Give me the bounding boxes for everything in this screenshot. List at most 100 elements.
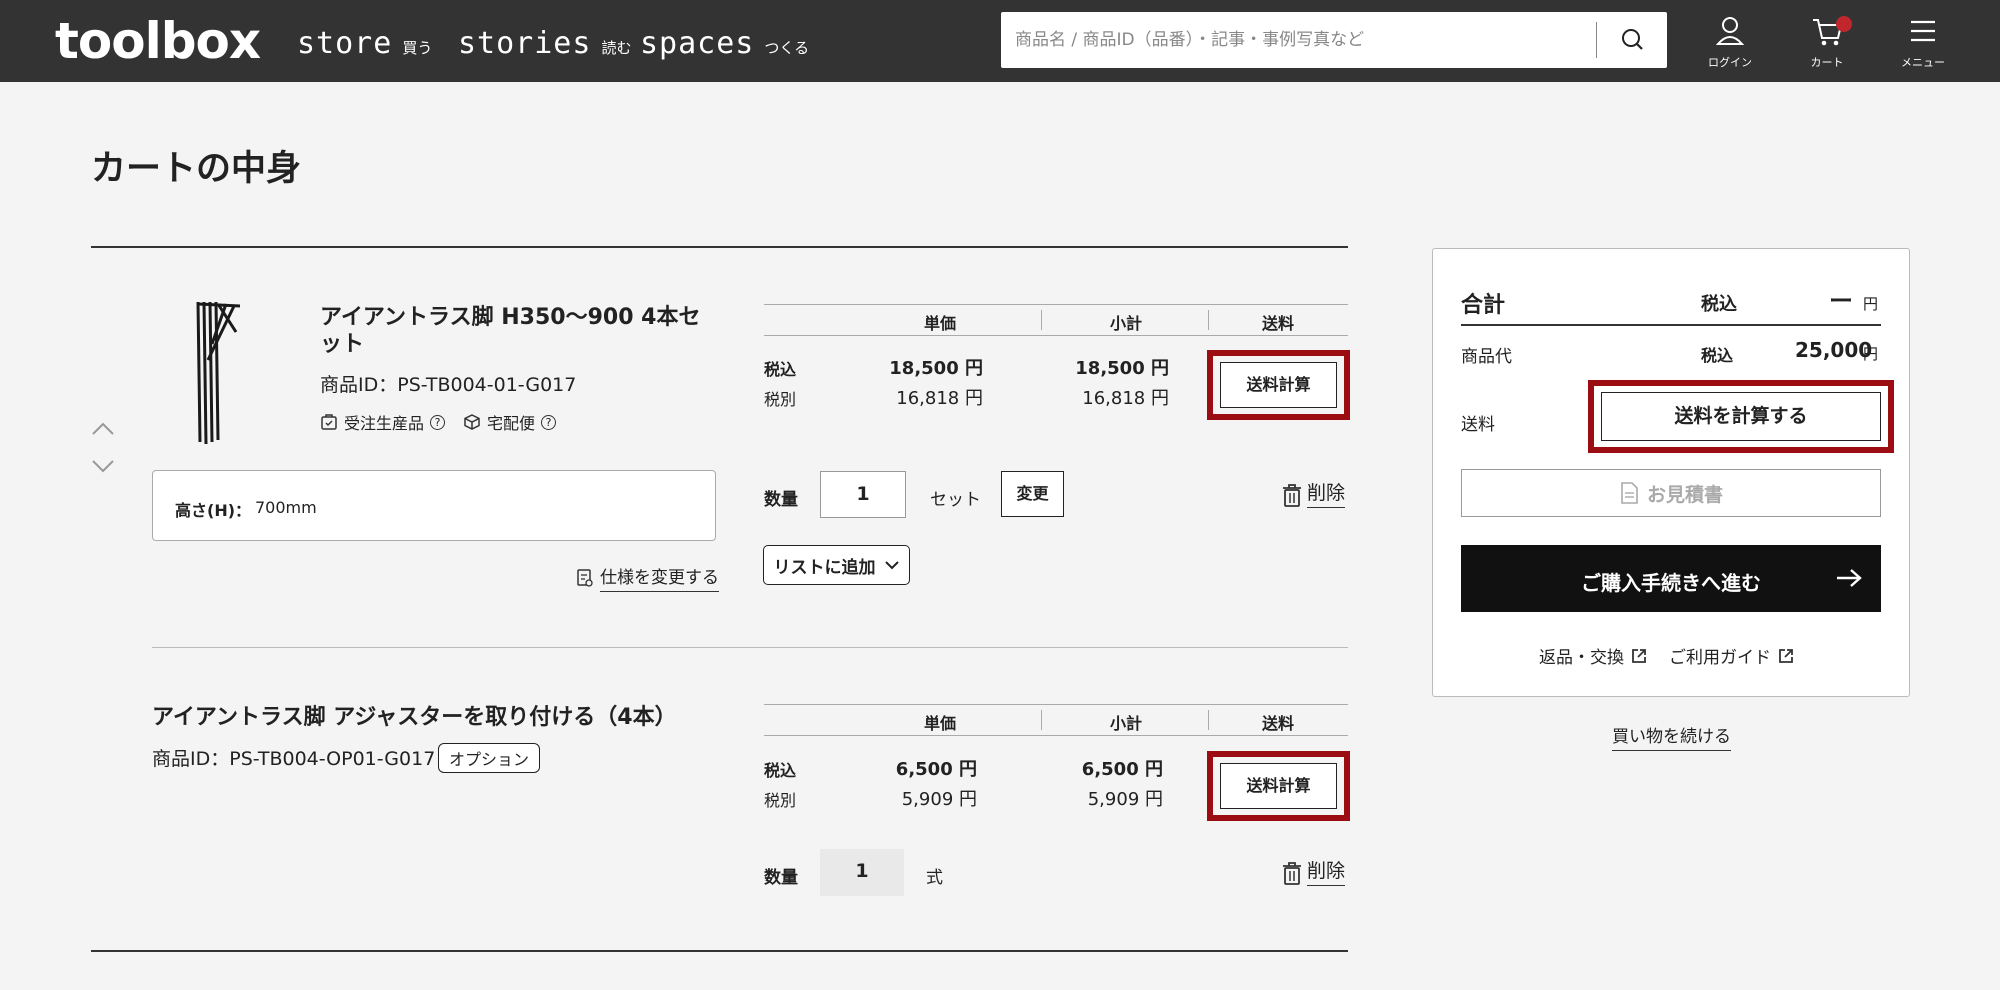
calculate-shipping-button[interactable]: 送料を計算する [1601, 392, 1881, 441]
external-link-icon [1779, 648, 1793, 663]
cart-top-divider [91, 246, 1348, 248]
quantity-unit: 式 [926, 868, 943, 888]
document-icon [1621, 482, 1638, 504]
delete-label: 削除 [1307, 478, 1346, 508]
checkout-button[interactable]: ご購入手続きへ進む [1461, 545, 1881, 612]
product-id: 商品ID：PS-TB004-01-G017 [320, 374, 577, 396]
menu-button[interactable]: メニュー [1888, 12, 1958, 72]
made-to-order-badge: 受注生産品 [344, 414, 425, 433]
package-icon [464, 414, 480, 430]
total-tax-label: 税込 [1701, 294, 1737, 315]
subtotal-header: 小計 [1109, 714, 1142, 733]
nav-store-ja: 買う [402, 39, 433, 57]
price-table-top-rule [764, 304, 1348, 305]
checkout-label: ご購入手続きへ進む [1581, 571, 1761, 595]
made-to-order-icon [321, 414, 337, 430]
header-separator [1041, 710, 1042, 730]
total-label: 合計 [1461, 293, 1506, 318]
nav-store-en: store [297, 26, 393, 61]
change-spec-link[interactable]: 仕様を変更する [576, 563, 719, 592]
edit-spec-icon [577, 568, 593, 587]
returns-link[interactable]: 返品・交換 [1539, 643, 1648, 668]
scroll-up-icon[interactable] [90, 420, 116, 438]
header-separator [1208, 310, 1209, 330]
quote-label: お見積書 [1646, 483, 1723, 506]
tax-in-label: 税込 [764, 360, 797, 379]
nav-store[interactable]: store 買う [297, 26, 432, 61]
unit-price-tax-ex: 5,909 円 [901, 789, 977, 810]
search-button[interactable] [1611, 22, 1655, 58]
shipping-header: 送料 [1261, 314, 1294, 333]
change-quantity-button[interactable]: 変更 [1001, 471, 1064, 517]
unit-price-tax-in: 18,500 円 [889, 358, 983, 379]
guide-link[interactable]: ご利用ガイド [1669, 643, 1795, 668]
unit-price-tax-ex: 16,818 円 [896, 388, 983, 409]
help-icon[interactable]: ? [430, 414, 446, 430]
header-separator [1208, 710, 1209, 730]
subtotal-header: 小計 [1109, 314, 1142, 333]
shipping-label: 送料 [1461, 415, 1495, 435]
add-to-list-label: リストに追加 [773, 557, 876, 578]
nav-spaces-en: spaces [640, 26, 755, 61]
continue-shopping-link[interactable]: 買い物を続ける [1612, 722, 1731, 751]
subtotal-tax-in: 6,500 円 [1081, 759, 1163, 780]
help-icon[interactable]: ? [541, 414, 557, 430]
search-divider [1596, 22, 1597, 58]
search-input[interactable] [1015, 22, 1585, 58]
delete-button[interactable]: 削除 [1281, 856, 1346, 886]
product-id: 商品ID：PS-TB004-OP01-G017 [152, 748, 436, 770]
yen-unit: 円 [1863, 295, 1879, 313]
nav-spaces[interactable]: spaces つくる [640, 26, 809, 61]
tax-in-label: 税込 [764, 761, 797, 780]
product-badges: 受注生産品 ? 宅配便 ? [320, 410, 557, 434]
delivery-badge: 宅配便 [487, 414, 536, 433]
user-icon [1715, 17, 1745, 45]
price-table-top-rule [764, 704, 1348, 705]
quote-button[interactable]: お見積書 [1461, 469, 1881, 517]
shipping-calc-button[interactable]: 送料計算 [1220, 763, 1337, 809]
goods-tax-label: 税込 [1701, 346, 1734, 365]
total-value: ー [1829, 287, 1853, 315]
search-bar [1001, 12, 1667, 68]
guide-label: ご利用ガイド [1669, 648, 1771, 668]
site-logo[interactable]: toolbox [55, 12, 261, 70]
trash-icon [1283, 862, 1301, 885]
delete-button[interactable]: 削除 [1281, 478, 1346, 508]
spec-key: 高さ(H)： [175, 501, 252, 520]
change-spec-label: 仕様を変更する [600, 563, 719, 592]
nav-stories-en: stories [458, 26, 592, 61]
shipping-header: 送料 [1261, 714, 1294, 733]
price-table-header-rule [764, 735, 1348, 736]
cart-button[interactable]: カート [1792, 12, 1862, 72]
quantity-unit: セット [930, 490, 981, 510]
add-to-list-button[interactable]: リストに追加 [763, 545, 910, 585]
price-table-header-rule [764, 335, 1348, 336]
menu-label: メニュー [1901, 56, 1945, 69]
subtotal-tax-in: 18,500 円 [1075, 358, 1169, 379]
login-label: ログイン [1708, 56, 1752, 69]
subtotal-tax-ex: 5,909 円 [1087, 789, 1163, 810]
login-button[interactable]: ログイン [1695, 12, 1765, 72]
search-icon [1622, 29, 1643, 50]
quantity-input[interactable]: 1 [820, 471, 906, 518]
quantity-value: 1 [820, 849, 904, 896]
page-title: カートの中身 [91, 149, 302, 189]
product-name[interactable]: アイアントラス脚 アジャスターを取り付ける（4本） [152, 704, 712, 731]
order-summary: 合計 税込 ー 円 商品代 税込 25,000 円 送料 送料を計算する お見積… [1432, 248, 1910, 697]
quantity-label: 数量 [764, 490, 798, 510]
shipping-calc-button[interactable]: 送料計算 [1220, 362, 1337, 408]
option-badge: オプション [438, 743, 541, 773]
product-name[interactable]: アイアントラス脚 H350〜900 4本セット [320, 304, 720, 358]
arrow-right-icon [1837, 569, 1862, 587]
product-thumbnail[interactable] [178, 298, 256, 446]
yen-unit: 円 [1863, 345, 1879, 363]
cart-label: カート [1810, 56, 1844, 69]
cart-bottom-divider [91, 950, 1348, 952]
scroll-down-icon[interactable] [90, 457, 116, 475]
hamburger-icon [1911, 20, 1935, 42]
nav-stories[interactable]: stories 読む [458, 26, 631, 61]
unit-price-header: 単価 [923, 314, 956, 333]
site-header: toolbox store 買う stories 読む spaces つくる ログイン… [0, 0, 2000, 82]
spec-value: 700mm [255, 498, 317, 517]
nav-spaces-ja: つくる [764, 39, 810, 57]
